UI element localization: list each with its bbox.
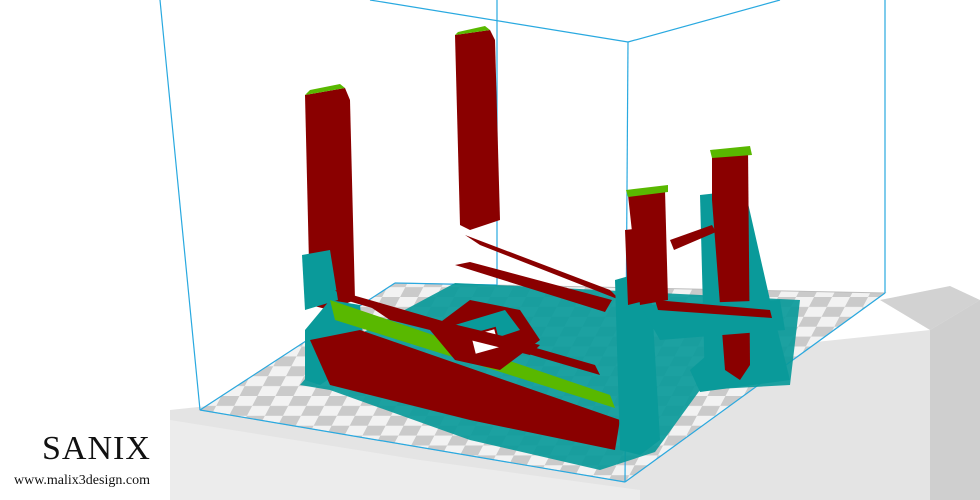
- watermark-brand: SANIX: [42, 430, 151, 467]
- watermark-url: www.malix3design.com: [14, 473, 150, 488]
- 3d-viewport[interactable]: [0, 0, 980, 500]
